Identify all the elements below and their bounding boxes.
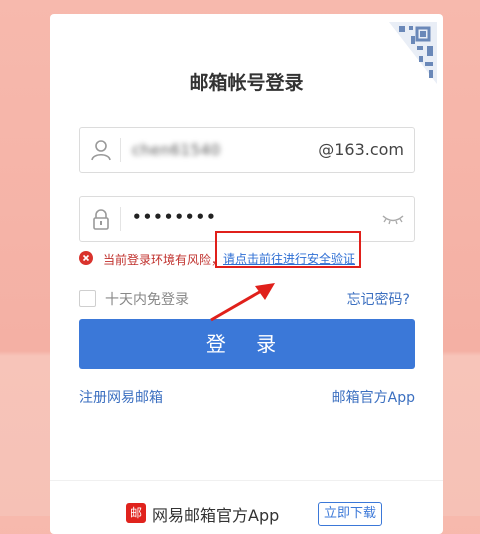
field-divider (120, 207, 121, 231)
red-arrow (210, 283, 275, 322)
footer-divider (50, 480, 443, 481)
remember-checkbox[interactable] (79, 290, 96, 307)
login-card: 邮箱帐号登录 chen61540 @163.com •••••••• 当前登录环… (50, 14, 443, 534)
highlight-box (215, 231, 361, 268)
remember-label: 十天内免登录 (105, 292, 189, 308)
login-button[interactable]: 登 录 (79, 319, 415, 369)
eye-closed-icon[interactable] (382, 211, 404, 227)
password-input[interactable]: •••••••• (132, 208, 217, 226)
register-link[interactable]: 注册网易邮箱 (79, 387, 163, 407)
page-title: 邮箱帐号登录 (189, 72, 304, 94)
user-icon (91, 140, 111, 161)
netease-mail-logo: 邮 (126, 503, 146, 523)
app-name: 网易邮箱官方App (152, 506, 280, 525)
field-divider (120, 138, 121, 162)
forgot-password-link[interactable]: 忘记密码? (347, 289, 410, 309)
official-app-link[interactable]: 邮箱官方App (332, 387, 415, 407)
risk-message: 当前登录环境有风险， (103, 253, 224, 267)
username-field[interactable]: chen61540 @163.com (79, 127, 415, 173)
lock-icon (93, 209, 109, 230)
download-button[interactable]: 立即下载 (318, 502, 382, 526)
email-domain: @163.com (318, 140, 404, 159)
username-input[interactable]: chen61540 (132, 141, 221, 159)
error-circle-icon (79, 251, 93, 265)
